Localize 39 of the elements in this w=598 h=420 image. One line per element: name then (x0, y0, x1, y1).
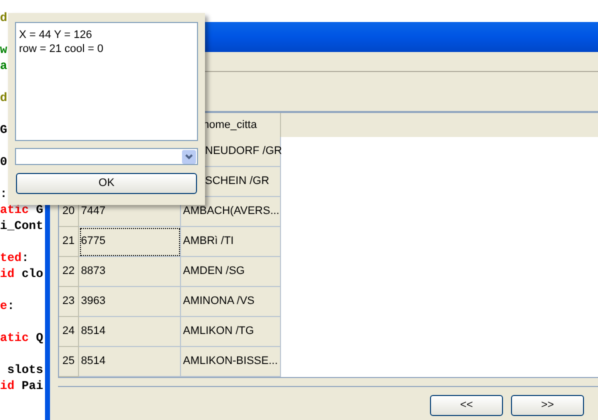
table-cell[interactable]: AMBRì /TI (181, 227, 281, 257)
table-cell[interactable]: AMBACH(AVERS... (181, 197, 281, 227)
table-cell[interactable]: 6775 (79, 227, 181, 257)
row-header[interactable]: 22 (59, 257, 79, 287)
output-text: X = 44 Y = 126 (19, 28, 93, 42)
code-line: atic Q (0, 330, 44, 346)
code-line: w (0, 42, 8, 58)
code-line: id Pai (0, 378, 44, 394)
table-cell[interactable]: 8514 (79, 347, 181, 377)
row-header[interactable]: 24 (59, 317, 79, 347)
table-cell[interactable]: 8873 (79, 257, 181, 287)
row-header[interactable]: 21 (59, 227, 79, 257)
code-line: id clo (0, 266, 44, 282)
code-line: d (0, 10, 8, 26)
code-line: i_Cont (0, 218, 44, 234)
code-line: atic G (0, 202, 44, 218)
table-cell[interactable]: AMDEN /SG (181, 257, 281, 287)
table-cell[interactable]: AMLIKON-BISSE... (181, 347, 281, 377)
code-line: d (0, 90, 8, 106)
row-header[interactable]: 23 (59, 287, 79, 317)
output-text: row = 21 cool = 0 (19, 42, 104, 56)
nav-button[interactable]: >> (511, 395, 584, 416)
row-header[interactable]: 25 (59, 347, 79, 377)
table-cell[interactable]: AMLIKON /TG (181, 317, 281, 347)
table-cell[interactable]: AMINONA /VS (181, 287, 281, 317)
combo-box[interactable] (15, 148, 198, 165)
dropdown-icon (182, 150, 196, 164)
code-line: G (0, 122, 8, 138)
table-cell[interactable]: 3963 (79, 287, 181, 317)
code-line: slots (6, 362, 44, 378)
table-cell[interactable]: 8514 (79, 317, 181, 347)
code-line: ted: (0, 250, 29, 266)
ok-button[interactable]: OK (16, 173, 197, 194)
code-line: : (0, 186, 8, 202)
text-area[interactable]: X = 44 Y = 126 row = 21 cool = 0 (15, 22, 198, 141)
code-line: a (0, 58, 8, 74)
code-line: 0 (0, 154, 8, 170)
code-line: e: (0, 298, 14, 314)
nav-button[interactable]: << (430, 395, 503, 416)
